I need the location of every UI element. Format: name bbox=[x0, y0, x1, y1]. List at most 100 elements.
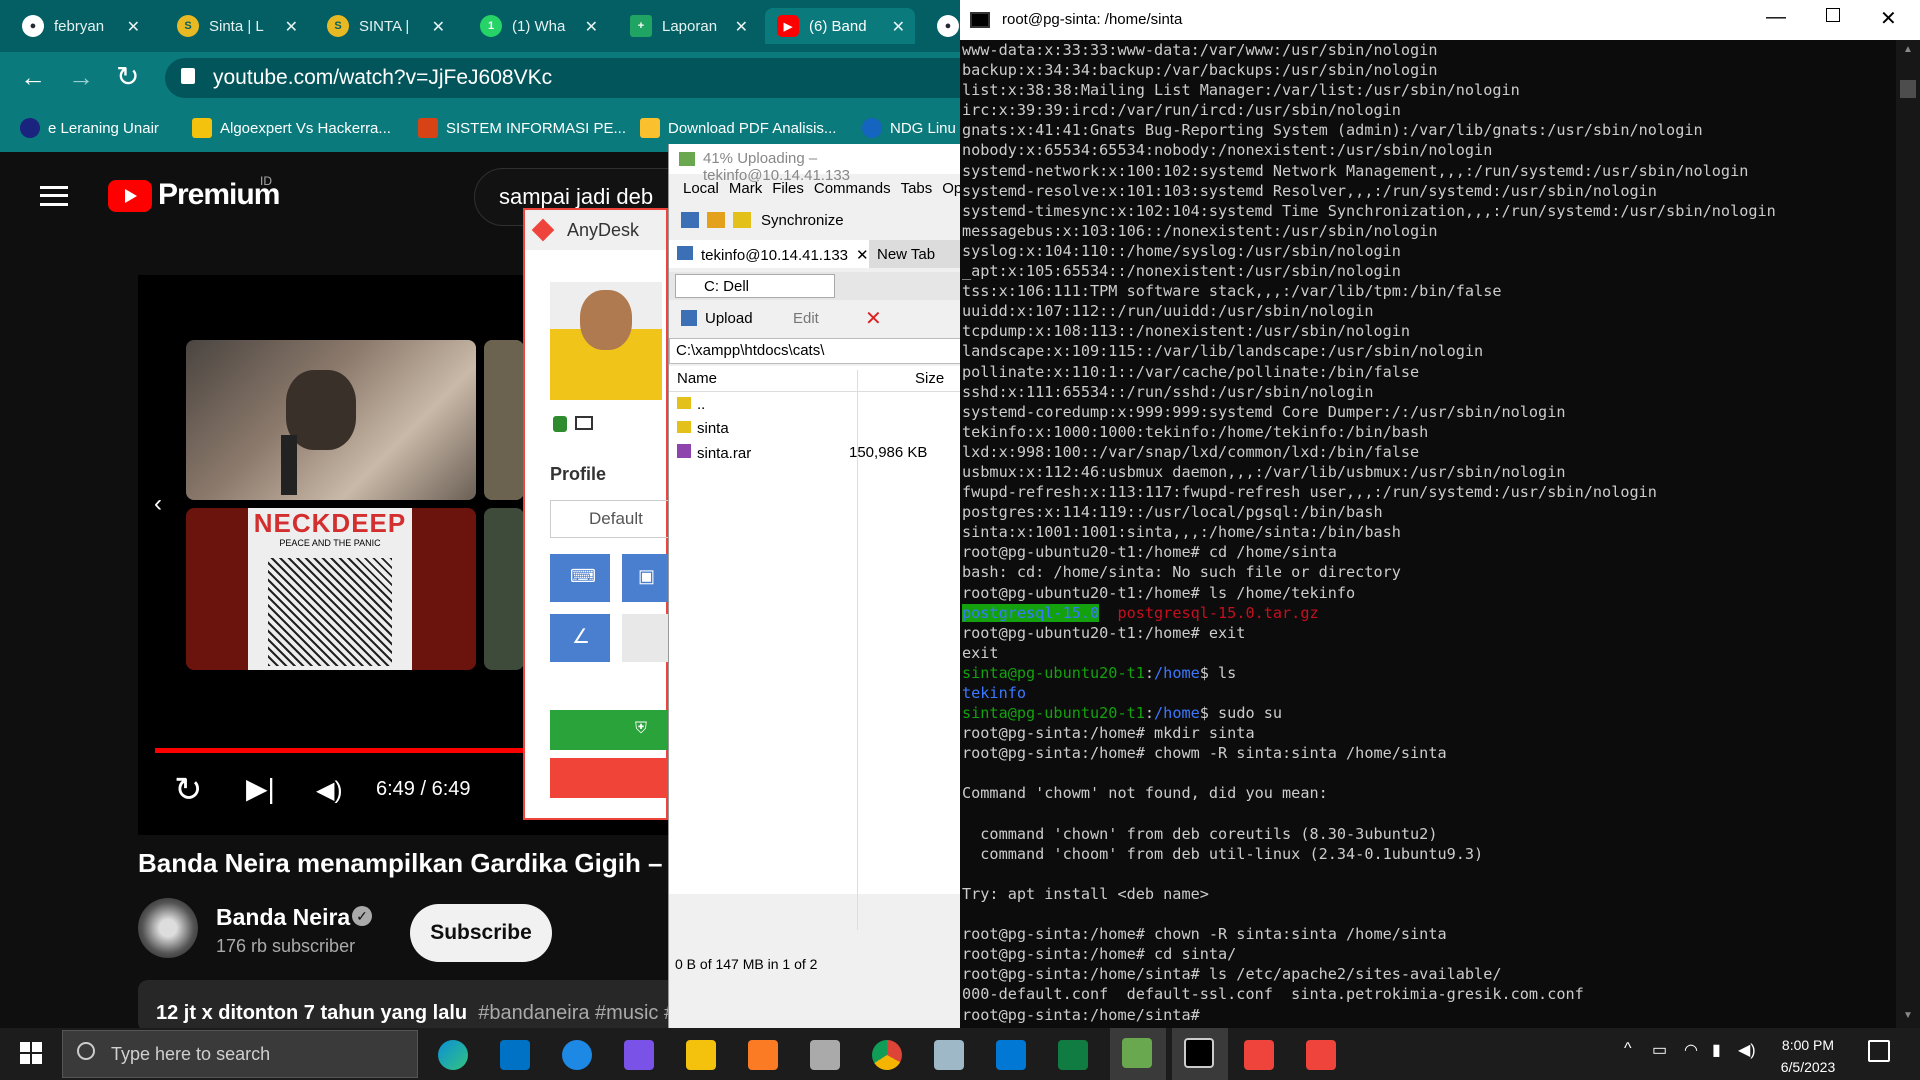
reload-icon[interactable]: ↻ bbox=[116, 60, 139, 93]
menu-local[interactable]: Local bbox=[683, 180, 719, 204]
keyboard-button[interactable]: ⌨ bbox=[550, 554, 610, 602]
forward-icon[interactable]: → bbox=[68, 62, 94, 93]
folder-sync-icon[interactable] bbox=[707, 212, 725, 228]
synchronize-icon[interactable] bbox=[733, 212, 751, 228]
app-icon[interactable] bbox=[624, 1040, 654, 1070]
file-icon: ▣ bbox=[638, 566, 656, 586]
draw-button[interactable]: ∠ bbox=[550, 614, 610, 662]
path-bar[interactable]: C:\xampp\htdocs\cats\ bbox=[669, 338, 961, 364]
maximize-icon[interactable] bbox=[1826, 8, 1840, 22]
menu-tabs[interactable]: Tabs bbox=[901, 180, 933, 204]
taskbar-active-app[interactable] bbox=[1110, 1028, 1166, 1080]
chevron-left-icon[interactable]: ‹ bbox=[154, 490, 162, 518]
vscode-icon[interactable] bbox=[996, 1040, 1026, 1070]
close-tab-icon[interactable]: ✕ bbox=[585, 17, 598, 37]
endscreen-thumbnail[interactable] bbox=[186, 340, 476, 500]
file-row[interactable]: sinta bbox=[677, 420, 857, 437]
app-icon[interactable] bbox=[934, 1040, 964, 1070]
display-icon[interactable]: ▭ bbox=[1652, 1040, 1667, 1060]
accept-button[interactable]: ⛨ bbox=[550, 710, 670, 750]
browser-tab-active[interactable]: ▶ (6) Band ✕ bbox=[765, 8, 915, 44]
clock[interactable]: 8:00 PM 6/5/2023 bbox=[1760, 1034, 1856, 1078]
drive-select[interactable]: C: Dell bbox=[675, 274, 835, 298]
menu-commands[interactable]: Commands bbox=[814, 180, 891, 204]
minimize-icon[interactable]: — bbox=[1766, 6, 1786, 29]
session-tab[interactable]: tekinfo@10.14.41.133 ✕ bbox=[669, 240, 869, 268]
scroll-down-icon[interactable]: ▼ bbox=[1903, 1010, 1913, 1021]
subscribe-button[interactable]: Subscribe bbox=[410, 904, 552, 962]
chevron-up-icon[interactable]: ^ bbox=[1624, 1040, 1632, 1058]
browser-tab[interactable]: ● bbox=[925, 8, 960, 44]
new-tab-button[interactable]: New Tab bbox=[877, 246, 935, 263]
close-icon[interactable]: ✕ bbox=[1880, 6, 1897, 31]
taskbar-search[interactable]: Type here to search bbox=[62, 1030, 418, 1078]
close-tab-icon[interactable]: ✕ bbox=[735, 17, 748, 37]
next-icon[interactable]: ▶| bbox=[246, 772, 275, 805]
bookmark[interactable]: NDG Linu bbox=[862, 118, 956, 138]
close-tab-icon[interactable]: ✕ bbox=[432, 17, 445, 37]
bookmark[interactable]: Download PDF Analisis... bbox=[640, 118, 836, 138]
replay-icon[interactable]: ↻ bbox=[174, 770, 203, 810]
volume-icon[interactable]: ◀) bbox=[316, 776, 342, 805]
terminal-output[interactable]: www-data:x:33:33:www-data:/var/www:/usr/… bbox=[962, 40, 1892, 1025]
windows-start-icon[interactable] bbox=[20, 1042, 42, 1064]
channel-name[interactable]: Banda Neira bbox=[216, 904, 350, 931]
screen-button[interactable] bbox=[622, 614, 670, 662]
bookmark[interactable]: SISTEM INFORMASI PE... bbox=[418, 118, 626, 138]
file-row[interactable]: .. bbox=[677, 396, 857, 413]
excel-icon[interactable] bbox=[1058, 1040, 1088, 1070]
browser-tab[interactable]: 1 (1) Wha ✕ bbox=[468, 8, 608, 44]
terminal-scrollbar[interactable]: ▲ ▼ bbox=[1896, 40, 1920, 1028]
endscreen-thumbnail[interactable] bbox=[484, 508, 524, 670]
chrome-icon[interactable] bbox=[872, 1040, 902, 1070]
back-icon[interactable]: ← bbox=[20, 62, 46, 93]
menu-icon[interactable] bbox=[40, 186, 68, 206]
delete-icon[interactable]: ✕ bbox=[865, 306, 882, 331]
anydesk-icon[interactable] bbox=[1244, 1040, 1274, 1070]
anydesk-icon[interactable] bbox=[1306, 1040, 1336, 1070]
menu-files[interactable]: Files bbox=[772, 180, 804, 204]
endscreen-thumbnail[interactable]: NECKDEEP PEACE AND THE PANIC bbox=[186, 508, 476, 670]
compare-icon[interactable] bbox=[681, 212, 699, 228]
profile-select[interactable]: Default bbox=[550, 500, 670, 538]
file-transfer-button[interactable]: ▣ bbox=[622, 554, 670, 602]
close-tab-icon[interactable]: ✕ bbox=[856, 247, 869, 264]
file-row[interactable]: sinta.rar 150,986 KB bbox=[677, 444, 957, 462]
size-column-header[interactable]: Size bbox=[915, 370, 944, 387]
bookmark[interactable]: e Leraning Unair bbox=[20, 118, 159, 138]
wifi-icon[interactable]: ◠ bbox=[1684, 1040, 1698, 1060]
notification-icon[interactable] bbox=[1868, 1040, 1890, 1062]
channel-avatar[interactable] bbox=[138, 898, 198, 958]
endscreen-thumbnail[interactable] bbox=[484, 340, 524, 500]
terminal-line: root@pg-sinta:/home# mkdir sinta bbox=[962, 724, 1255, 743]
progress-bar[interactable] bbox=[155, 748, 535, 753]
close-tab-icon[interactable]: ✕ bbox=[285, 17, 298, 37]
mail-icon[interactable] bbox=[500, 1040, 530, 1070]
volume-icon[interactable]: ◀) bbox=[1738, 1040, 1756, 1060]
scroll-up-icon[interactable]: ▲ bbox=[1903, 44, 1913, 55]
browser-tab[interactable]: ● febryan ✕ bbox=[10, 8, 150, 44]
synchronize-button[interactable]: Synchronize bbox=[761, 212, 844, 229]
xampp-icon[interactable] bbox=[748, 1040, 778, 1070]
file-explorer-icon[interactable] bbox=[686, 1040, 716, 1070]
scroll-thumb[interactable] bbox=[1900, 80, 1916, 98]
name-column-header[interactable]: Name bbox=[677, 370, 717, 387]
browser-tab[interactable]: S SINTA | ✕ bbox=[315, 8, 455, 44]
keyboard-icon: ⌨ bbox=[570, 566, 596, 586]
paint-icon[interactable] bbox=[810, 1040, 840, 1070]
close-tab-icon[interactable]: ✕ bbox=[127, 17, 140, 37]
address-bar[interactable]: youtube.com/watch?v=JjFeJ608VKc bbox=[165, 58, 965, 98]
bookmark[interactable]: Algoexpert Vs Hackerra... bbox=[192, 118, 391, 138]
browser-tab[interactable]: + Laporan ✕ bbox=[618, 8, 758, 44]
upload-button[interactable]: Upload bbox=[705, 310, 753, 327]
close-tab-icon[interactable]: ✕ bbox=[892, 17, 905, 37]
menu-mark[interactable]: Mark bbox=[729, 180, 762, 204]
edge-icon[interactable] bbox=[438, 1040, 468, 1070]
battery-icon[interactable]: ▮ bbox=[1712, 1040, 1721, 1060]
edit-button[interactable]: Edit bbox=[793, 310, 819, 327]
youtube-logo-icon[interactable] bbox=[108, 180, 152, 212]
taskbar-active-app[interactable] bbox=[1172, 1028, 1228, 1080]
browser-tab[interactable]: S Sinta | L ✕ bbox=[165, 8, 308, 44]
app-icon[interactable] bbox=[562, 1040, 592, 1070]
dismiss-button[interactable] bbox=[550, 758, 670, 798]
